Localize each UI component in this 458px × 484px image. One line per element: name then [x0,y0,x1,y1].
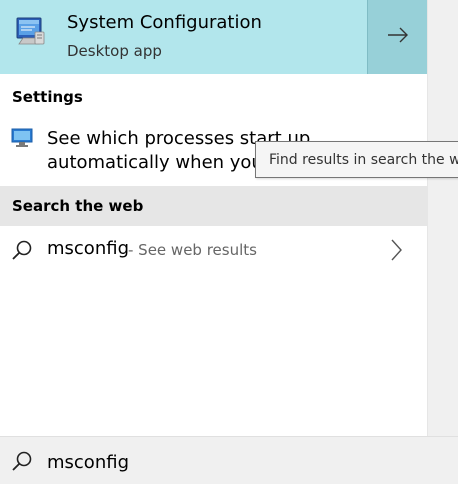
tooltip: Find results in search the web [255,141,458,178]
web-result-suffix: - See web results [128,241,257,259]
web-result-item[interactable]: msconfig - See web results [0,228,427,272]
system-configuration-icon [13,14,49,50]
best-match-item[interactable]: System Configuration Desktop app [0,0,427,74]
search-icon [11,450,33,472]
search-icon [11,239,33,261]
settings-item-text-line2: automatically when you s [47,152,278,173]
web-section-header: Search the web [0,186,427,226]
taskbar-search-box[interactable] [0,436,458,484]
web-result-query: msconfig [47,238,129,259]
chevron-right-icon[interactable] [388,237,404,263]
open-app-button[interactable] [367,0,427,74]
arrow-right-icon [387,27,409,47]
settings-section-header: Settings [0,77,427,117]
panel-scroll-area [427,0,458,436]
monitor-icon [11,128,33,148]
search-input[interactable] [47,450,427,474]
search-results-panel: System Configuration Desktop app Setting… [0,0,458,484]
best-match-title: System Configuration [67,12,262,33]
best-match-subtitle: Desktop app [67,42,162,60]
